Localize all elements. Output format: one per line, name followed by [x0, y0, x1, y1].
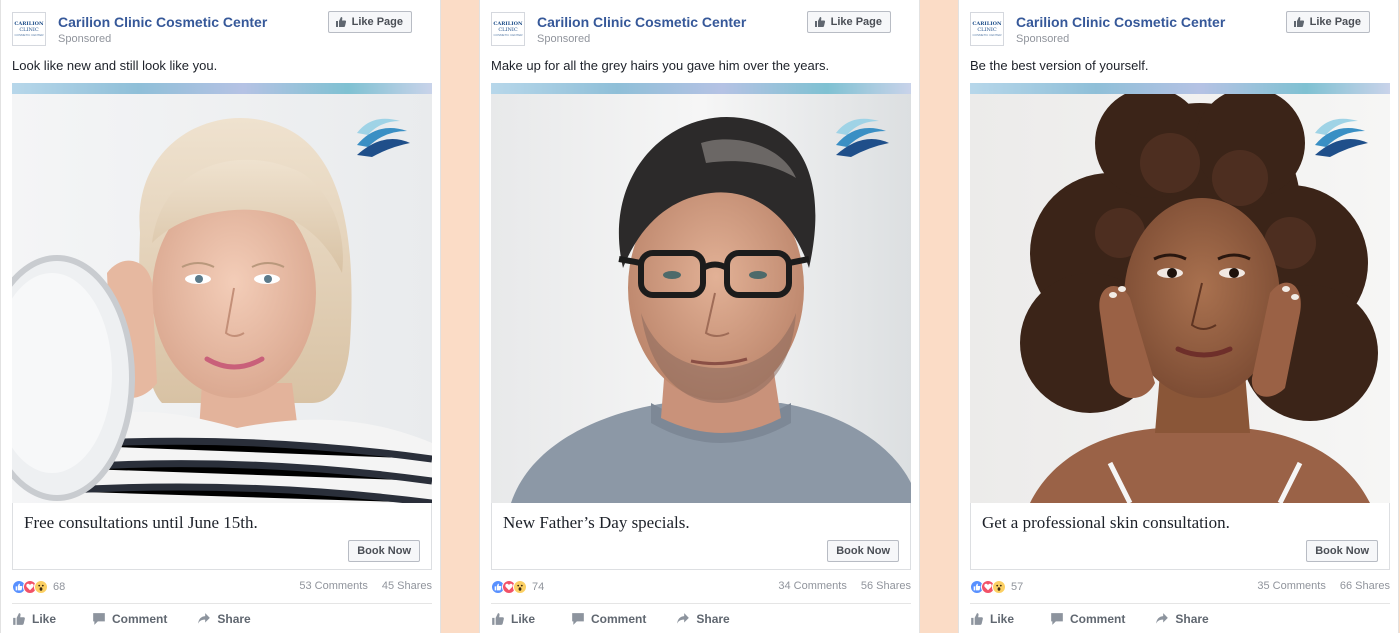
- action-bar: Like Comment Share: [970, 610, 1390, 628]
- comments-count-link[interactable]: 35 Comments: [1257, 580, 1325, 592]
- book-now-button[interactable]: Book Now: [1306, 540, 1378, 562]
- avatar-logo-text: COSMETIC CENTER: [493, 33, 523, 37]
- ads-showcase: CARILION CLINIC COSMETIC CENTER Carilion…: [0, 0, 1400, 633]
- share-button[interactable]: Share: [197, 610, 251, 628]
- reactions-summary[interactable]: 57: [970, 580, 1023, 594]
- decorative-strip: [491, 83, 911, 94]
- like-button[interactable]: Like: [12, 610, 56, 628]
- comment-label: Comment: [1070, 612, 1126, 626]
- comment-button[interactable]: Comment: [1050, 610, 1125, 628]
- shares-count-link[interactable]: 66 Shares: [1340, 580, 1390, 592]
- comments-count-link[interactable]: 53 Comments: [299, 580, 367, 592]
- thumbs-up-icon: [335, 17, 346, 27]
- divider: [12, 603, 432, 604]
- sponsored-label: Sponsored: [537, 33, 591, 45]
- like-page-button[interactable]: Like Page: [1285, 11, 1370, 33]
- photo-woman-curly-hair: [970, 83, 1390, 503]
- share-button[interactable]: Share: [1155, 610, 1209, 628]
- like-page-button[interactable]: Like Page: [327, 11, 412, 33]
- thumbs-up-icon: [492, 613, 504, 625]
- photo-man-with-glasses: [491, 83, 911, 503]
- wow-reaction-icon: [513, 580, 527, 594]
- photo-woman-with-mirror: [12, 83, 432, 503]
- ad-card-1: CARILION CLINIC COSMETIC CENTER Carilion…: [0, 0, 441, 633]
- like-label: Like: [32, 612, 57, 626]
- ad-image[interactable]: [970, 83, 1390, 503]
- thumbs-up-icon: [13, 613, 25, 625]
- page-name-link[interactable]: Carilion Clinic Cosmetic Center: [537, 14, 746, 30]
- ad-stats: 74 34 Comments 56 Shares: [491, 580, 911, 596]
- share-label: Share: [696, 612, 730, 626]
- comment-label: Comment: [591, 612, 647, 626]
- share-icon: [1156, 613, 1169, 624]
- page-avatar[interactable]: CARILION CLINIC COSMETIC CENTER: [970, 12, 1004, 46]
- comment-icon: [1051, 613, 1063, 625]
- ad-card-3: CARILION CLINIC COSMETIC CENTER Carilion…: [958, 0, 1399, 633]
- avatar-logo-text: COSMETIC CENTER: [972, 33, 1002, 37]
- ad-card-2: CARILION CLINIC COSMETIC CENTER Carilion…: [479, 0, 920, 633]
- like-button[interactable]: Like: [970, 610, 1014, 628]
- shares-count-link[interactable]: 45 Shares: [382, 580, 432, 592]
- thumbs-up-icon: [1293, 17, 1304, 27]
- ad-stats: 57 35 Comments 66 Shares: [970, 580, 1390, 596]
- ad-cta-box: New Father’s Day specials. Book Now: [491, 503, 911, 570]
- ad-caption: Look like new and still look like you.: [12, 58, 218, 73]
- like-label: Like: [511, 612, 536, 626]
- ad-headline: Get a professional skin consultation.: [982, 513, 1230, 532]
- comment-label: Comment: [112, 612, 168, 626]
- action-bar: Like Comment Share: [12, 610, 432, 628]
- share-icon: [677, 613, 690, 624]
- share-button[interactable]: Share: [676, 610, 730, 628]
- decorative-strip: [970, 83, 1390, 94]
- shares-count-link[interactable]: 56 Shares: [861, 580, 911, 592]
- page-avatar[interactable]: CARILION CLINIC COSMETIC CENTER: [12, 12, 46, 46]
- wow-reaction-icon: [992, 580, 1006, 594]
- divider: [491, 603, 911, 604]
- ad-cta-box: Get a professional skin consultation. Bo…: [970, 503, 1390, 570]
- ad-cta-box: Free consultations until June 15th. Book…: [12, 503, 432, 570]
- ad-image[interactable]: [491, 83, 911, 503]
- comments-count-link[interactable]: 34 Comments: [778, 580, 846, 592]
- sponsored-label: Sponsored: [58, 33, 112, 45]
- page-name-link[interactable]: Carilion Clinic Cosmetic Center: [58, 14, 267, 30]
- ad-headline: New Father’s Day specials.: [503, 513, 690, 532]
- ad-image[interactable]: [12, 83, 432, 503]
- share-label: Share: [217, 612, 251, 626]
- reaction-count: 74: [532, 581, 545, 593]
- sponsored-label: Sponsored: [1016, 33, 1070, 45]
- reaction-count: 57: [1011, 581, 1024, 593]
- like-page-button[interactable]: Like Page: [806, 11, 891, 33]
- page-avatar[interactable]: CARILION CLINIC COSMETIC CENTER: [491, 12, 525, 46]
- ad-caption: Be the best version of yourself.: [970, 58, 1149, 73]
- like-page-label: Like Page: [351, 16, 403, 28]
- like-label: Like: [990, 612, 1015, 626]
- ad-stats: 68 53 Comments 45 Shares: [12, 580, 432, 596]
- page-name-link[interactable]: Carilion Clinic Cosmetic Center: [1016, 14, 1225, 30]
- share-label: Share: [1175, 612, 1209, 626]
- reactions-summary[interactable]: 74: [491, 580, 544, 594]
- like-button[interactable]: Like: [491, 610, 535, 628]
- comment-icon: [93, 613, 105, 625]
- ad-headline: Free consultations until June 15th.: [24, 513, 258, 532]
- ad-caption: Make up for all the grey hairs you gave …: [491, 58, 830, 73]
- book-now-button[interactable]: Book Now: [348, 540, 420, 562]
- decorative-strip: [12, 83, 432, 94]
- like-page-label: Like Page: [830, 16, 882, 28]
- thumbs-up-icon: [814, 17, 825, 27]
- comment-icon: [572, 613, 584, 625]
- action-bar: Like Comment Share: [491, 610, 911, 628]
- comment-button[interactable]: Comment: [92, 610, 167, 628]
- book-now-button[interactable]: Book Now: [827, 540, 899, 562]
- share-icon: [198, 613, 211, 624]
- avatar-logo-text: COSMETIC CENTER: [14, 33, 44, 37]
- reaction-count: 68: [53, 581, 66, 593]
- comment-button[interactable]: Comment: [571, 610, 646, 628]
- like-page-label: Like Page: [1309, 16, 1361, 28]
- thumbs-up-icon: [971, 613, 983, 625]
- divider: [970, 603, 1390, 604]
- wow-reaction-icon: [34, 580, 48, 594]
- reactions-summary[interactable]: 68: [12, 580, 65, 594]
